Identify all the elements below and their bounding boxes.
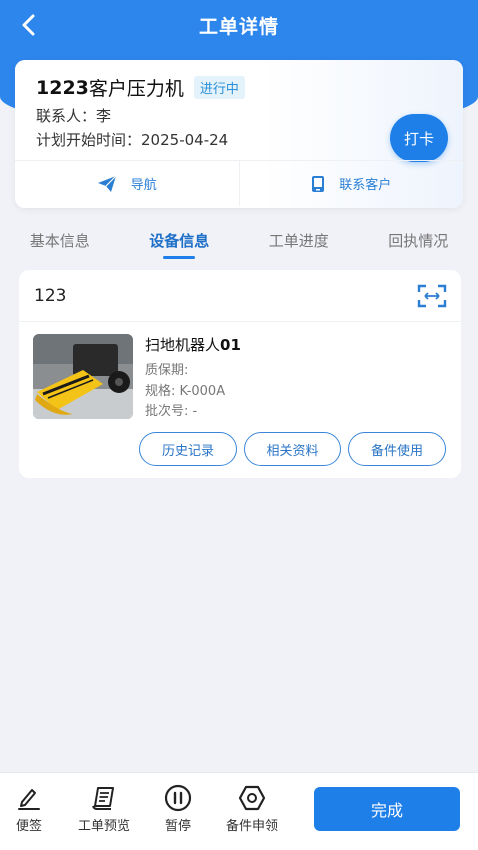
contact-line: 联系人：李 (36, 105, 111, 126)
note-button[interactable]: 便签 (14, 783, 44, 834)
pen-icon (14, 783, 44, 813)
pause-button[interactable]: 暂停 (163, 783, 193, 834)
parts-request-button[interactable]: 备件申领 (226, 783, 278, 834)
bottom-action-bar: 便签 工单预览 暂停 备件申领 完成 (0, 772, 478, 850)
device-search-input[interactable] (34, 280, 394, 312)
complete-button[interactable]: 完成 (314, 787, 460, 831)
contact-value: 李 (96, 107, 112, 125)
tab-basic-info[interactable]: 基本信息 (0, 226, 120, 262)
chevron-left-icon (22, 14, 35, 36)
punch-in-button[interactable]: 打卡 (390, 114, 448, 162)
summary-actions: 导航 联系客户 (15, 160, 463, 206)
work-order-name: 客户压力机 (88, 78, 184, 100)
tab-device-info[interactable]: 设备信息 (120, 226, 240, 262)
work-order-number: 1223 (36, 76, 89, 99)
tab-receipt[interactable]: 回执情况 (359, 226, 478, 262)
active-tab-indicator (163, 256, 196, 259)
order-preview-button[interactable]: 工单预览 (78, 783, 130, 834)
tab-progress[interactable]: 工单进度 (239, 226, 359, 262)
contact-label: 联系人： (36, 107, 97, 125)
work-order-detail-page: 工单详情 1223 客户压力机 进行中 联系人：李 计划开始时间：2025-04… (0, 0, 478, 850)
device-name: 扫地机器人01 (145, 336, 241, 354)
paper-plane-icon (97, 175, 117, 193)
related-docs-button[interactable]: 相关资料 (244, 432, 341, 466)
parts-usage-button[interactable]: 备件使用 (348, 432, 446, 466)
history-button[interactable]: 历史记录 (139, 432, 237, 466)
device-image (33, 334, 133, 419)
top-bar: 工单详情 (0, 0, 478, 50)
device-spec: 规格: K-000A (145, 384, 226, 399)
plan-date-line: 计划开始时间：2025-04-24 (36, 129, 228, 150)
device-warranty: 质保期: (145, 363, 189, 378)
detail-tabs: 基本信息 设备信息 工单进度 回执情况 (0, 226, 478, 262)
document-icon (89, 783, 119, 813)
work-order-summary-card: 1223 客户压力机 进行中 联系人：李 计划开始时间：2025-04-24 打… (15, 60, 463, 208)
contact-customer-label: 联系客户 (339, 178, 392, 193)
page-title: 工单详情 (198, 15, 279, 38)
phone-icon (311, 175, 325, 193)
scan-button[interactable] (417, 283, 447, 309)
navigate-button[interactable]: 导航 (15, 161, 239, 206)
plan-date-label: 计划开始时间： (36, 131, 142, 149)
device-batch: 批次号: - (145, 404, 198, 419)
contact-customer-button[interactable]: 联系客户 (238, 161, 464, 206)
hex-nut-icon (237, 783, 267, 813)
device-card: 扫地机器人01 质保期: 规格: K-000A 批次号: - 历史记录 相关资料… (19, 270, 461, 478)
plan-date-value: 2025-04-24 (141, 131, 229, 149)
device-search-row (19, 270, 461, 322)
status-badge: 进行中 (193, 76, 245, 99)
pause-icon (163, 783, 193, 813)
work-order-title: 1223 客户压力机 进行中 (36, 74, 245, 101)
navigate-label: 导航 (130, 178, 157, 193)
back-button[interactable] (14, 10, 44, 40)
scan-icon (417, 284, 447, 308)
